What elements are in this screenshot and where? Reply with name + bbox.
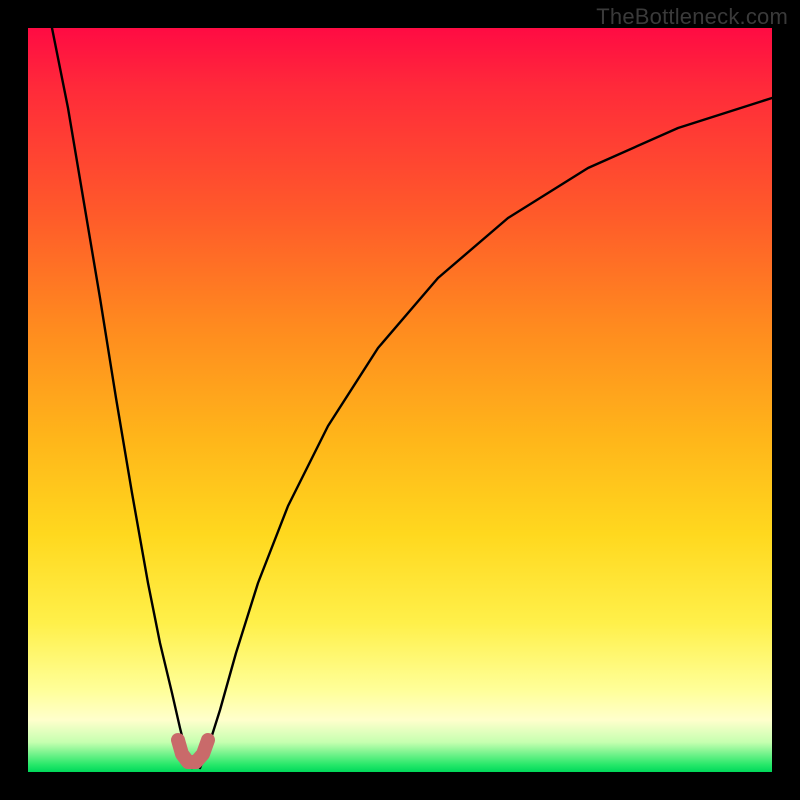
chart-frame: TheBottleneck.com (0, 0, 800, 800)
curve-right-branch (200, 98, 772, 768)
curves-svg (28, 28, 772, 772)
watermark-text: TheBottleneck.com (596, 4, 788, 30)
curve-left-branch (52, 28, 192, 768)
bottom-nub-icon (178, 740, 208, 762)
plot-area (28, 28, 772, 772)
